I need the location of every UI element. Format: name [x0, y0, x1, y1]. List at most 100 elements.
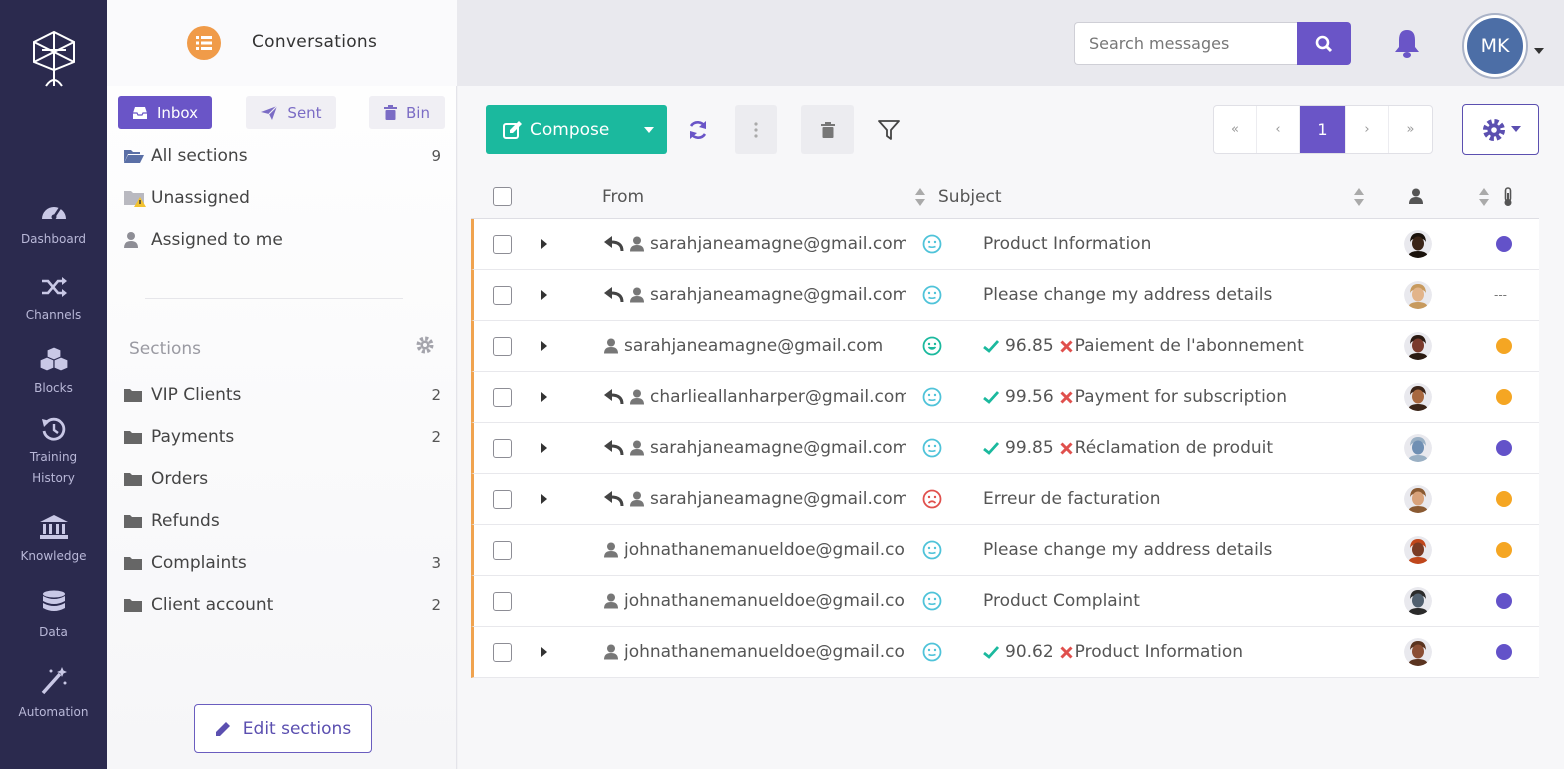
subject-cell[interactable]: 99.85 Réclamation de produit: [983, 423, 1273, 473]
expand-chevron-icon[interactable]: [540, 270, 548, 320]
current-page[interactable]: 1: [1300, 106, 1346, 153]
row-checkbox[interactable]: [493, 489, 512, 509]
nav-blocks[interactable]: Blocks: [0, 346, 107, 399]
section-payments[interactable]: Payments 2: [123, 424, 443, 450]
compose-dropdown[interactable]: [630, 105, 667, 154]
prev-page-button[interactable]: ‹: [1257, 106, 1300, 153]
settings-dropdown-button[interactable]: [1462, 104, 1539, 155]
expand-chevron-icon[interactable]: [540, 219, 548, 269]
folder-assigned-to-me[interactable]: Assigned to me: [123, 227, 443, 253]
subject-text[interactable]: Please change my address details: [983, 285, 1272, 305]
assignee-avatar[interactable]: [1404, 627, 1432, 677]
tab-bin[interactable]: Bin: [369, 96, 445, 129]
row-checkbox[interactable]: [493, 438, 512, 458]
subject-cell[interactable]: Product Complaint: [983, 576, 1140, 626]
subject-cell[interactable]: Product Information: [983, 219, 1151, 269]
section-orders[interactable]: Orders: [123, 466, 443, 492]
subject-text[interactable]: Product Information: [1075, 642, 1243, 662]
subject-cell[interactable]: Erreur de facturation: [983, 474, 1161, 524]
refresh-button[interactable]: [680, 105, 716, 154]
subject-text[interactable]: Erreur de facturation: [983, 489, 1161, 509]
assignee-avatar[interactable]: [1404, 219, 1432, 269]
sender-email[interactable]: sarahjaneamagne@gmail.com: [624, 336, 914, 356]
column-subject[interactable]: Subject: [938, 175, 1002, 218]
nav-automation[interactable]: Automation: [0, 666, 107, 723]
more-options-button[interactable]: [735, 105, 777, 154]
subject-sort-icon[interactable]: [1353, 175, 1365, 218]
table-row[interactable]: johnathanemanueldoe@gmail.com Please chan…: [471, 525, 1539, 576]
nav-training-history[interactable]: Training History: [0, 417, 107, 489]
table-row[interactable]: sarahjaneamagne@gmail.com 96.85 Paiement d…: [471, 321, 1539, 372]
from-sort-icon[interactable]: [914, 175, 926, 218]
last-page-button[interactable]: »: [1389, 106, 1432, 153]
table-row[interactable]: charlieallanharper@gmail.com 99.56 Payment…: [471, 372, 1539, 423]
subject-cell[interactable]: 99.56 Payment for subscription: [983, 372, 1287, 422]
tab-sent[interactable]: Sent: [246, 96, 336, 129]
sender-email[interactable]: sarahjaneamagne@gmail.com: [650, 489, 906, 509]
sender-email[interactable]: sarahjaneamagne@gmail.com: [650, 285, 906, 305]
subject-cell[interactable]: Please change my address details: [983, 525, 1272, 575]
folder-all-sections[interactable]: All sections 9: [123, 143, 443, 169]
subject-cell[interactable]: Please change my address details: [983, 270, 1272, 320]
user-avatar[interactable]: MK: [1462, 13, 1528, 79]
subject-text[interactable]: Paiement de l'abonnement: [1075, 336, 1304, 356]
subject-text[interactable]: Réclamation de produit: [1075, 438, 1273, 458]
first-page-button[interactable]: «: [1214, 106, 1257, 153]
nav-knowledge[interactable]: Knowledge: [0, 514, 107, 567]
caret-down-icon[interactable]: [1533, 40, 1545, 59]
filter-button[interactable]: [871, 105, 907, 154]
sender-email[interactable]: sarahjaneamagne@gmail.com: [650, 438, 906, 458]
nav-channels[interactable]: Channels: [0, 275, 107, 326]
expand-chevron-icon[interactable]: [540, 423, 548, 473]
assignee-avatar[interactable]: [1404, 423, 1432, 473]
row-checkbox[interactable]: [493, 234, 512, 254]
section-complaints[interactable]: Complaints 3: [123, 550, 443, 576]
assignee-avatar[interactable]: [1404, 576, 1432, 626]
assignee-avatar[interactable]: [1404, 474, 1432, 524]
table-row[interactable]: johnathanemanueldoe@gmail.com Product Com…: [471, 576, 1539, 627]
subject-text[interactable]: Payment for subscription: [1075, 387, 1287, 407]
sender-email[interactable]: johnathanemanueldoe@gmail.com: [624, 642, 906, 662]
assignee-avatar[interactable]: [1404, 372, 1432, 422]
sender-email[interactable]: johnathanemanueldoe@gmail.com: [624, 540, 906, 560]
folder-unassigned[interactable]: Unassigned: [123, 185, 443, 211]
assignee-avatar[interactable]: [1404, 270, 1432, 320]
sender-email[interactable]: sarahjaneamagne@gmail.com: [650, 234, 906, 254]
expand-chevron-icon[interactable]: [540, 627, 548, 677]
row-checkbox[interactable]: [493, 642, 512, 662]
nav-dashboard[interactable]: Dashboard: [0, 199, 107, 250]
subject-cell[interactable]: 96.85 Paiement de l'abonnement: [983, 321, 1304, 371]
table-row[interactable]: johnathanemanueldoe@gmail.com 90.62 Produc…: [471, 627, 1539, 678]
column-from[interactable]: From: [602, 175, 644, 218]
row-checkbox[interactable]: [493, 591, 512, 611]
sender-email[interactable]: charlieallanharper@gmail.com: [650, 387, 906, 407]
notifications-bell-icon[interactable]: [1394, 28, 1420, 62]
table-row[interactable]: sarahjaneamagne@gmail.com 99.85 Réclamatio…: [471, 423, 1539, 474]
table-row[interactable]: sarahjaneamagne@gmail.com Product Informa…: [471, 219, 1539, 270]
expand-chevron-icon[interactable]: [540, 372, 548, 422]
tab-inbox[interactable]: Inbox: [118, 96, 212, 129]
assignee-avatar[interactable]: [1404, 321, 1432, 371]
delete-button[interactable]: [801, 105, 854, 154]
sections-settings-gear-icon[interactable]: [415, 335, 435, 359]
subject-cell[interactable]: 90.62 Product Information: [983, 627, 1243, 677]
edit-sections-button[interactable]: Edit sections: [194, 704, 372, 753]
section-refunds[interactable]: Refunds: [123, 508, 443, 534]
subject-text[interactable]: Please change my address details: [983, 540, 1272, 560]
assignee-avatar[interactable]: [1404, 525, 1432, 575]
compose-main[interactable]: Compose: [486, 120, 630, 140]
expand-chevron-icon[interactable]: [540, 321, 548, 371]
row-checkbox[interactable]: [493, 540, 512, 560]
row-checkbox[interactable]: [493, 285, 512, 305]
search-button[interactable]: [1297, 22, 1351, 65]
subject-text[interactable]: Product Information: [983, 234, 1151, 254]
table-row[interactable]: sarahjaneamagne@gmail.com Please change m…: [471, 270, 1539, 321]
select-all-checkbox[interactable]: [493, 187, 512, 206]
section-client-account[interactable]: Client account 2: [123, 592, 443, 618]
search-input[interactable]: [1074, 22, 1298, 65]
compose-button[interactable]: Compose: [486, 105, 667, 154]
status-sort-icon[interactable]: [1478, 175, 1490, 218]
row-checkbox[interactable]: [493, 336, 512, 356]
expand-chevron-icon[interactable]: [540, 474, 548, 524]
sender-email[interactable]: johnathanemanueldoe@gmail.com: [624, 591, 906, 611]
